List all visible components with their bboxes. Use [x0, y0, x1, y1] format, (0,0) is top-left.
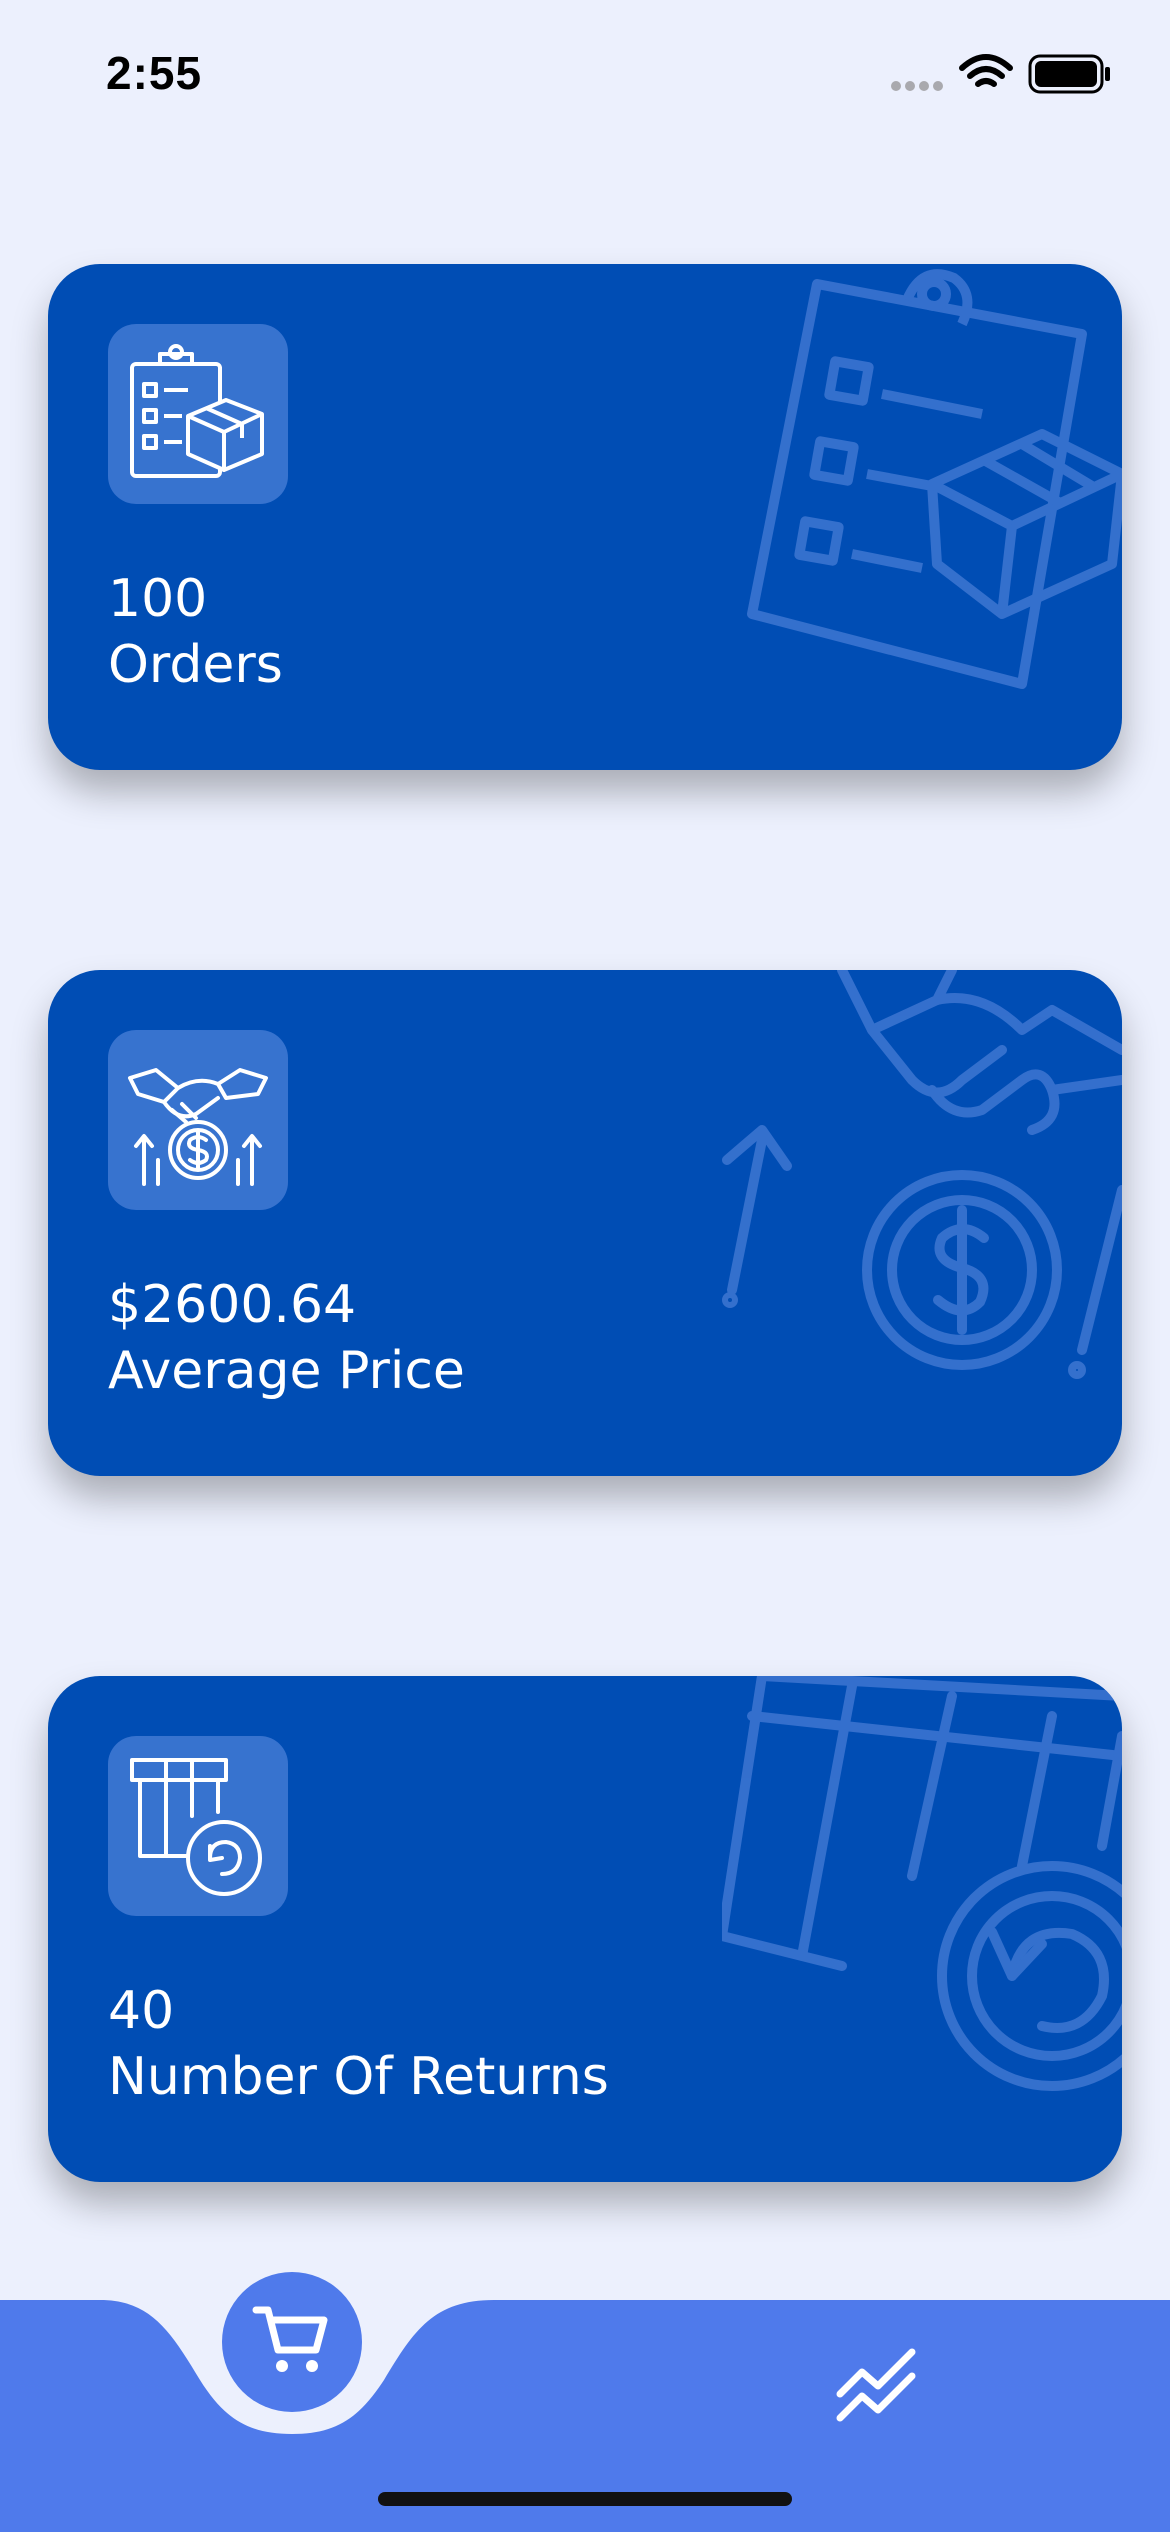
- cart-icon: [252, 2306, 328, 2372]
- box-return-icon: [130, 1758, 262, 1896]
- status-icons: [888, 52, 1118, 96]
- returns-card[interactable]: 40 Number Of Returns: [48, 1676, 1122, 2182]
- handshake-dollar-icon: [128, 1068, 268, 1186]
- status-time: 2:55: [106, 47, 203, 99]
- status-bar: 2:55: [0, 0, 1170, 150]
- clipboard-box-watermark: [747, 269, 1122, 689]
- icon-tile: [108, 1030, 288, 1210]
- wifi-icon: [959, 54, 1013, 87]
- battery-icon: [1028, 54, 1110, 94]
- clipboard-box-icon: [130, 344, 264, 478]
- box-return-watermark: [722, 1676, 1122, 2091]
- average-price-value: $2600.64: [108, 1275, 357, 1335]
- average-price-label: Average Price: [108, 1341, 465, 1401]
- orders-value: 100: [108, 569, 208, 629]
- trend-chart-icon: [836, 2348, 916, 2422]
- tab-trend-chart[interactable]: [836, 2346, 920, 2422]
- returns-value: 40: [108, 1981, 175, 2041]
- returns-label: Number Of Returns: [108, 2047, 609, 2107]
- orders-label: Orders: [108, 635, 283, 695]
- average-price-card[interactable]: $2600.64 Average Price: [48, 970, 1122, 1476]
- home-indicator: [378, 2492, 792, 2506]
- handshake-dollar-watermark: [722, 970, 1122, 1379]
- tab-cart[interactable]: [222, 2272, 362, 2412]
- signal-dots-icon: [891, 81, 943, 91]
- icon-tile: [108, 324, 288, 504]
- icon-tile: [108, 1736, 288, 1916]
- orders-card[interactable]: 100 Orders: [48, 264, 1122, 770]
